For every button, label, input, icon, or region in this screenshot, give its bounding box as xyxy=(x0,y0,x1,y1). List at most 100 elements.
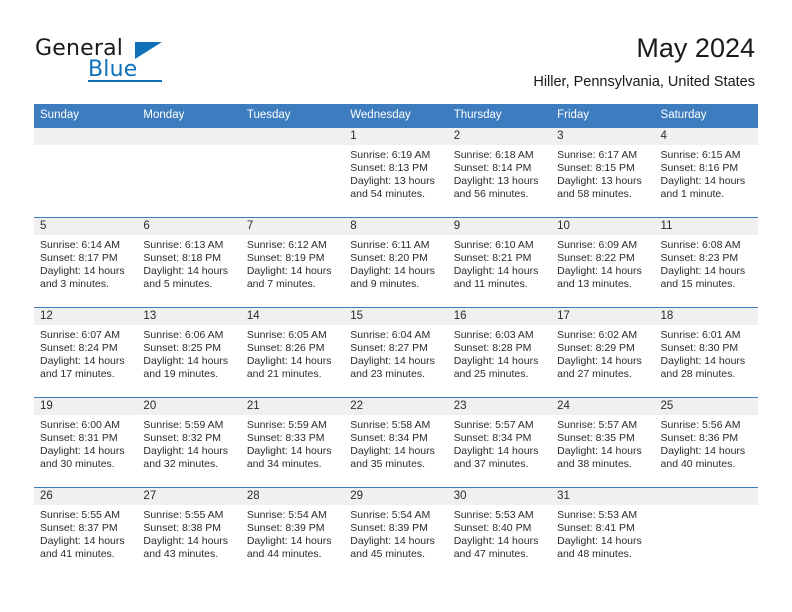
daylight-text-line2: and 41 minutes. xyxy=(40,547,115,560)
day-cell-inner: 15 Sunrise: 6:04 AM Sunset: 8:27 PM Dayligh… xyxy=(344,308,448,397)
day-details: Sunrise: 6:12 AM Sunset: 8:19 PM Daylight:… xyxy=(241,235,344,291)
sunset-text: Sunset: 8:34 PM xyxy=(453,431,532,444)
day-number: 14 xyxy=(240,308,345,325)
sunrise-text: Sunrise: 6:06 AM xyxy=(143,329,224,341)
sunrise-text: Sunrise: 5:57 AM xyxy=(453,419,534,431)
daylight-text-line1: Daylight: 14 hours xyxy=(453,444,539,457)
calendar-day-cell[interactable]: 21 Sunrise: 5:59 AM Sunset: 8:33 PM Dayligh… xyxy=(240,397,345,488)
calendar-day-cell[interactable]: 12 Sunrise: 6:07 AM Sunset: 8:24 PM Dayligh… xyxy=(34,307,138,398)
calendar-day-cell[interactable]: 19 Sunrise: 6:00 AM Sunset: 8:31 PM Dayligh… xyxy=(34,397,138,488)
day-number: 10 xyxy=(551,218,655,235)
sunset-text: Sunset: 8:26 PM xyxy=(246,341,325,354)
day-number: 21 xyxy=(240,398,345,415)
calendar-day-cell[interactable]: 22 Sunrise: 5:58 AM Sunset: 8:34 PM Dayligh… xyxy=(344,397,448,488)
daylight-text-line2: and 27 minutes. xyxy=(557,367,632,380)
sunset-text: Sunset: 8:28 PM xyxy=(453,341,532,354)
calendar-day-cell[interactable]: 11 Sunrise: 6:08 AM Sunset: 8:23 PM Dayligh… xyxy=(654,217,758,308)
calendar-day-cell[interactable]: 20 Sunrise: 5:59 AM Sunset: 8:32 PM Dayligh… xyxy=(137,397,241,488)
calendar-body: 1 Sunrise: 6:19 AM Sunset: 8:13 PM Daylight… xyxy=(34,127,758,577)
calendar-day-cell[interactable]: 27 Sunrise: 5:55 AM Sunset: 8:38 PM Dayligh… xyxy=(137,487,241,577)
daylight-text-line2: and 47 minutes. xyxy=(453,547,529,560)
sunrise-text: Sunrise: 6:09 AM xyxy=(557,239,638,251)
daylight-text-line1: Daylight: 13 hours xyxy=(557,174,642,187)
sunset-text: Sunset: 8:13 PM xyxy=(350,161,428,174)
day-number xyxy=(654,488,758,505)
daylight-text-line2: and 58 minutes. xyxy=(557,187,632,200)
day-details: Sunrise: 5:54 AM Sunset: 8:39 PM Daylight:… xyxy=(241,505,344,561)
daylight-text-line1: Daylight: 14 hours xyxy=(660,264,746,277)
calendar-table: Sunday Monday Tuesday Wednesday Thursday… xyxy=(34,104,758,577)
calendar-day-cell[interactable]: 29 Sunrise: 5:54 AM Sunset: 8:39 PM Dayligh… xyxy=(344,487,448,577)
daylight-text-line2: and 21 minutes. xyxy=(246,367,322,380)
calendar-day-cell[interactable]: 13 Sunrise: 6:06 AM Sunset: 8:25 PM Dayligh… xyxy=(137,307,241,398)
sunrise-text: Sunrise: 5:54 AM xyxy=(350,509,431,521)
daylight-text-line1: Daylight: 14 hours xyxy=(40,534,125,547)
calendar-day-cell[interactable]: 18 Sunrise: 6:01 AM Sunset: 8:30 PM Dayligh… xyxy=(654,307,758,398)
day-number xyxy=(34,128,138,145)
calendar-day-cell[interactable]: 5 Sunrise: 6:14 AM Sunset: 8:17 PM Daylight… xyxy=(34,217,138,308)
calendar-day-cell[interactable]: 24 Sunrise: 5:57 AM Sunset: 8:35 PM Dayligh… xyxy=(551,397,655,488)
day-cell-inner: 3 Sunrise: 6:17 AM Sunset: 8:15 PM Daylight… xyxy=(551,128,655,217)
day-number: 24 xyxy=(551,398,655,415)
daylight-text-line1: Daylight: 14 hours xyxy=(350,264,435,277)
day-number: 16 xyxy=(447,308,552,325)
calendar-day-cell[interactable]: 10 Sunrise: 6:09 AM Sunset: 8:22 PM Dayligh… xyxy=(551,217,655,308)
calendar-day-cell[interactable]: 4 Sunrise: 6:15 AM Sunset: 8:16 PM Daylight… xyxy=(654,127,758,218)
daylight-text-line2: and 56 minutes. xyxy=(453,187,529,200)
sunrise-text: Sunrise: 6:02 AM xyxy=(557,329,638,341)
daylight-text-line1: Daylight: 14 hours xyxy=(143,534,229,547)
calendar-week-row: 5 Sunrise: 6:14 AM Sunset: 8:17 PM Daylight… xyxy=(34,217,758,308)
day-number: 29 xyxy=(344,488,448,505)
day-cell-inner: 22 Sunrise: 5:58 AM Sunset: 8:34 PM Dayligh… xyxy=(344,398,448,487)
day-details: Sunrise: 5:55 AM Sunset: 8:38 PM Daylight:… xyxy=(137,505,240,561)
sunset-text: Sunset: 8:40 PM xyxy=(453,521,532,534)
calendar-day-cell[interactable]: 6 Sunrise: 6:13 AM Sunset: 8:18 PM Daylight… xyxy=(137,217,241,308)
daylight-text-line2: and 13 minutes. xyxy=(557,277,632,290)
sunset-text: Sunset: 8:39 PM xyxy=(350,521,428,534)
sunrise-text: Sunrise: 5:55 AM xyxy=(40,509,120,521)
calendar-day-cell[interactable]: 8 Sunrise: 6:11 AM Sunset: 8:20 PM Daylight… xyxy=(344,217,448,308)
day-number: 23 xyxy=(447,398,552,415)
calendar-day-cell[interactable]: 28 Sunrise: 5:54 AM Sunset: 8:39 PM Dayligh… xyxy=(240,487,345,577)
calendar-day-cell[interactable]: 15 Sunrise: 6:04 AM Sunset: 8:27 PM Dayligh… xyxy=(344,307,448,398)
calendar-day-cell[interactable]: 26 Sunrise: 5:55 AM Sunset: 8:37 PM Dayligh… xyxy=(34,487,138,577)
day-number: 9 xyxy=(447,218,552,235)
calendar-week-row: 1 Sunrise: 6:19 AM Sunset: 8:13 PM Daylight… xyxy=(34,127,758,218)
calendar-day-cell[interactable]: 25 Sunrise: 5:56 AM Sunset: 8:36 PM Dayligh… xyxy=(654,397,758,488)
sunset-text: Sunset: 8:31 PM xyxy=(40,431,118,444)
sunrise-text: Sunrise: 6:13 AM xyxy=(143,239,224,251)
calendar-day-cell[interactable]: 23 Sunrise: 5:57 AM Sunset: 8:34 PM Dayligh… xyxy=(447,397,552,488)
calendar-day-cell[interactable]: 2 Sunrise: 6:18 AM Sunset: 8:14 PM Daylight… xyxy=(447,127,552,218)
day-cell-inner: 2 Sunrise: 6:18 AM Sunset: 8:14 PM Daylight… xyxy=(447,128,552,217)
location-subtitle: Hiller, Pennsylvania, United States xyxy=(533,74,755,90)
day-number: 27 xyxy=(137,488,241,505)
day-cell-inner: 30 Sunrise: 5:53 AM Sunset: 8:40 PM Dayligh… xyxy=(447,488,552,577)
weekday-header-sunday: Sunday xyxy=(34,104,138,128)
calendar-day-cell[interactable]: 7 Sunrise: 6:12 AM Sunset: 8:19 PM Daylight… xyxy=(240,217,345,308)
calendar-day-cell[interactable]: 1 Sunrise: 6:19 AM Sunset: 8:13 PM Daylight… xyxy=(344,127,448,218)
calendar-day-cell[interactable]: 9 Sunrise: 6:10 AM Sunset: 8:21 PM Daylight… xyxy=(447,217,552,308)
sunset-text: Sunset: 8:36 PM xyxy=(660,431,739,444)
sunrise-text: Sunrise: 6:10 AM xyxy=(453,239,534,251)
sunrise-text: Sunrise: 5:57 AM xyxy=(557,419,638,431)
general-blue-logo[interactable]: General Blue xyxy=(35,36,235,84)
calendar-empty-cell xyxy=(137,127,241,218)
page-header: General Blue May 2024 Hiller, Pennsylvan… xyxy=(0,0,792,104)
daylight-text-line2: and 11 minutes. xyxy=(453,277,528,290)
triangle-icon xyxy=(135,42,162,59)
sunrise-text: Sunrise: 6:11 AM xyxy=(350,239,430,251)
calendar-day-cell[interactable]: 14 Sunrise: 6:05 AM Sunset: 8:26 PM Dayligh… xyxy=(240,307,345,398)
calendar-day-cell[interactable]: 16 Sunrise: 6:03 AM Sunset: 8:28 PM Dayligh… xyxy=(447,307,552,398)
calendar-day-cell[interactable]: 31 Sunrise: 5:53 AM Sunset: 8:41 PM Dayligh… xyxy=(551,487,655,577)
day-cell-inner: 10 Sunrise: 6:09 AM Sunset: 8:22 PM Dayligh… xyxy=(551,218,655,307)
logo-underline xyxy=(88,80,162,82)
day-details: Sunrise: 6:13 AM Sunset: 8:18 PM Daylight:… xyxy=(137,235,240,291)
calendar-day-cell[interactable]: 3 Sunrise: 6:17 AM Sunset: 8:15 PM Daylight… xyxy=(551,127,655,218)
day-cell-inner: 28 Sunrise: 5:54 AM Sunset: 8:39 PM Dayligh… xyxy=(240,488,345,577)
calendar-day-cell[interactable]: 17 Sunrise: 6:02 AM Sunset: 8:29 PM Dayligh… xyxy=(551,307,655,398)
sunrise-text: Sunrise: 6:03 AM xyxy=(453,329,534,341)
calendar-day-cell[interactable]: 30 Sunrise: 5:53 AM Sunset: 8:40 PM Dayligh… xyxy=(447,487,552,577)
daylight-text-line1: Daylight: 14 hours xyxy=(246,534,332,547)
calendar-header-row: Sunday Monday Tuesday Wednesday Thursday… xyxy=(34,104,758,128)
sunset-text: Sunset: 8:25 PM xyxy=(143,341,222,354)
